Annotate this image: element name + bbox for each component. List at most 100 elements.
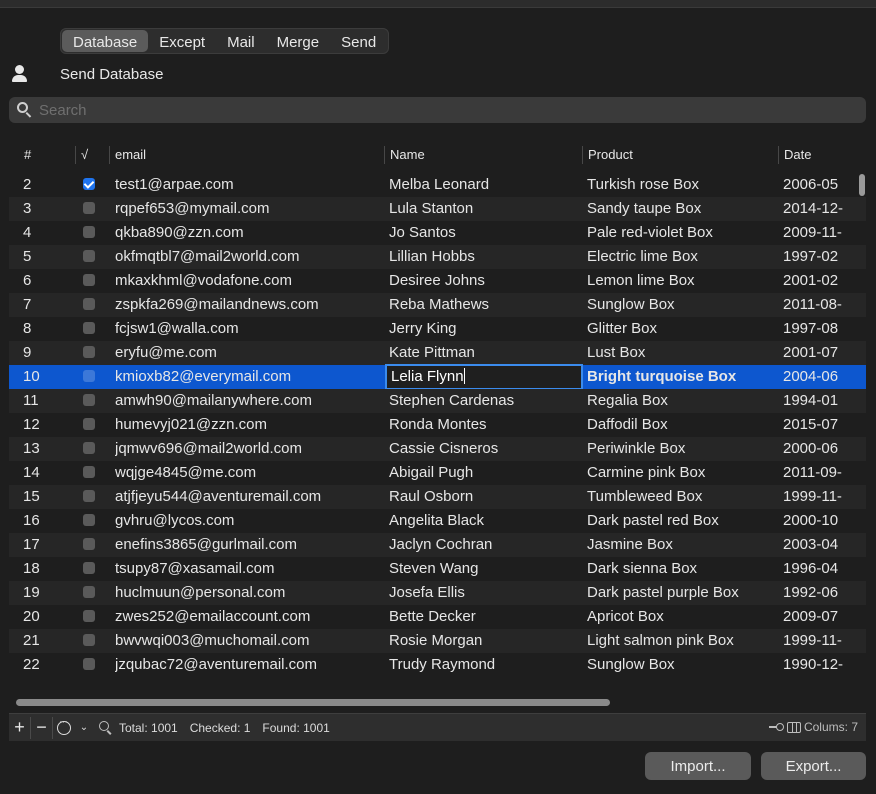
cell-date[interactable]: 2001-02 bbox=[783, 269, 855, 293]
cell-product[interactable]: Bright turquoise Box bbox=[587, 365, 779, 389]
cell-email[interactable]: enefins3865@gurlmail.com bbox=[115, 533, 383, 557]
cell-name[interactable]: Jo Santos bbox=[389, 221, 581, 245]
cell-product[interactable]: Dark pastel purple Box bbox=[587, 581, 779, 605]
checkbox[interactable] bbox=[83, 225, 95, 238]
column-header-checked[interactable]: √ bbox=[75, 146, 88, 164]
cell-name[interactable]: Reba Mathews bbox=[389, 293, 581, 317]
row-checkbox[interactable] bbox=[83, 437, 95, 461]
table-row[interactable]: 9 eryfu@me.com Kate Pittman Lust Box 2001-07 bbox=[9, 341, 866, 365]
cell-product[interactable]: Sunglow Box bbox=[587, 653, 779, 677]
row-checkbox[interactable] bbox=[83, 509, 95, 533]
cell-product[interactable]: Glitter Box bbox=[587, 317, 779, 341]
table-row[interactable]: 5 okfmqtbl7@mail2world.com Lillian Hobbs El… bbox=[9, 245, 866, 269]
cell-date[interactable]: 1994-01 bbox=[783, 389, 855, 413]
cell-email[interactable]: jzqubac72@aventuremail.com bbox=[115, 653, 383, 677]
checkbox[interactable] bbox=[83, 609, 95, 622]
cell-name[interactable]: Lillian Hobbs bbox=[389, 245, 581, 269]
cell-date[interactable]: 2000-10 bbox=[783, 509, 855, 533]
cell-email[interactable]: rqpef653@mymail.com bbox=[115, 197, 383, 221]
cell-email[interactable]: fcjsw1@walla.com bbox=[115, 317, 383, 341]
checkbox[interactable] bbox=[83, 465, 95, 478]
tab-database[interactable]: Database bbox=[62, 30, 149, 52]
cell-email[interactable]: mkaxkhml@vodafone.com bbox=[115, 269, 383, 293]
cell-email[interactable]: wqjge4845@me.com bbox=[115, 461, 383, 485]
checkbox[interactable] bbox=[83, 249, 95, 262]
checkbox[interactable] bbox=[83, 561, 95, 574]
table-row[interactable]: 7 zspkfa269@mailandnews.com Reba Mathews Su… bbox=[9, 293, 866, 317]
cell-product[interactable]: Light salmon pink Box bbox=[587, 629, 779, 653]
checkbox[interactable] bbox=[83, 417, 95, 430]
checkbox[interactable] bbox=[83, 441, 95, 454]
cell-date[interactable]: 1992-06 bbox=[783, 581, 855, 605]
table-row[interactable]: 14 wqjge4845@me.com Abigail Pugh Carmine pi… bbox=[9, 461, 866, 485]
cell-date[interactable]: 1990-12- bbox=[783, 653, 855, 677]
cell-date[interactable]: 2015-07 bbox=[783, 413, 855, 437]
row-checkbox[interactable] bbox=[83, 557, 95, 581]
row-checkbox[interactable] bbox=[83, 197, 95, 221]
cell-date[interactable]: 1996-04 bbox=[783, 557, 855, 581]
cell-name[interactable]: Cassie Cisneros bbox=[389, 437, 581, 461]
cell-email[interactable]: atjfjeyu544@aventuremail.com bbox=[115, 485, 383, 509]
search-bar[interactable] bbox=[9, 97, 866, 123]
cell-email[interactable]: jqmwv696@mail2world.com bbox=[115, 437, 383, 461]
cell-email[interactable]: test1@arpae.com bbox=[115, 173, 383, 197]
row-checkbox[interactable] bbox=[83, 461, 95, 485]
checkbox[interactable] bbox=[83, 489, 95, 502]
cell-date[interactable]: 2000-06 bbox=[783, 437, 855, 461]
row-checkbox[interactable] bbox=[83, 341, 95, 365]
chevron-down-icon[interactable]: ⌄ bbox=[75, 722, 93, 733]
cell-email[interactable]: huclmuun@personal.com bbox=[115, 581, 383, 605]
name-edit-field[interactable]: Lelia Flynn bbox=[385, 364, 583, 390]
row-checkbox[interactable] bbox=[83, 173, 95, 197]
cell-product[interactable]: Electric lime Box bbox=[587, 245, 779, 269]
cell-email[interactable]: okfmqtbl7@mail2world.com bbox=[115, 245, 383, 269]
row-checkbox[interactable] bbox=[83, 221, 95, 245]
checkbox[interactable] bbox=[83, 513, 95, 526]
row-checkbox[interactable] bbox=[83, 413, 95, 437]
row-checkbox[interactable] bbox=[83, 293, 95, 317]
cell-name[interactable]: Rosie Morgan bbox=[389, 629, 581, 653]
cell-product[interactable]: Regalia Box bbox=[587, 389, 779, 413]
search-input[interactable] bbox=[39, 101, 819, 119]
more-actions-button[interactable] bbox=[53, 716, 75, 739]
table-row[interactable]: 20 zwes252@emailaccount.com Bette Decker Ap… bbox=[9, 605, 866, 629]
cell-name[interactable]: Bette Decker bbox=[389, 605, 581, 629]
table-row[interactable]: 13 jqmwv696@mail2world.com Cassie Cisneros… bbox=[9, 437, 866, 461]
table-row[interactable]: 12 humevyj021@zzn.com Ronda Montes Daffodil… bbox=[9, 413, 866, 437]
cell-product[interactable]: Sunglow Box bbox=[587, 293, 779, 317]
checkbox[interactable] bbox=[83, 585, 95, 598]
cell-email[interactable]: bwvwqi003@muchomail.com bbox=[115, 629, 383, 653]
row-checkbox[interactable] bbox=[83, 365, 95, 389]
tab-mail[interactable]: Mail bbox=[216, 30, 266, 52]
cell-product[interactable]: Jasmine Box bbox=[587, 533, 779, 557]
column-header-name[interactable]: Name bbox=[384, 146, 425, 164]
checkbox[interactable] bbox=[83, 273, 95, 286]
cell-date[interactable]: 2014-12- bbox=[783, 197, 855, 221]
checkbox[interactable] bbox=[83, 537, 95, 550]
row-checkbox[interactable] bbox=[83, 317, 95, 341]
cell-date[interactable]: 2004-06 bbox=[783, 365, 855, 389]
cell-name[interactable]: Melba Leonard bbox=[389, 173, 581, 197]
cell-name[interactable]: Josefa Ellis bbox=[389, 581, 581, 605]
cell-email[interactable]: humevyj021@zzn.com bbox=[115, 413, 383, 437]
cell-product[interactable]: Tumbleweed Box bbox=[587, 485, 779, 509]
cell-name[interactable]: Lula Stanton bbox=[389, 197, 581, 221]
table-row[interactable]: 6 mkaxkhml@vodafone.com Desiree Johns Lemon… bbox=[9, 269, 866, 293]
cell-date[interactable]: 2009-11- bbox=[783, 221, 855, 245]
cell-name[interactable]: Angelita Black bbox=[389, 509, 581, 533]
cell-product[interactable]: Periwinkle Box bbox=[587, 437, 779, 461]
checkbox[interactable] bbox=[83, 345, 95, 358]
table-row[interactable]: 11 amwh90@mailanywhere.com Stephen Cardena… bbox=[9, 389, 866, 413]
add-row-button[interactable]: + bbox=[9, 716, 31, 739]
checkbox[interactable] bbox=[83, 657, 95, 670]
cell-product[interactable]: Dark pastel red Box bbox=[587, 509, 779, 533]
cell-email[interactable]: eryfu@me.com bbox=[115, 341, 383, 365]
cell-name[interactable]: Jerry King bbox=[389, 317, 581, 341]
cell-name[interactable]: Desiree Johns bbox=[389, 269, 581, 293]
table-row[interactable]: 2 test1@arpae.com Melba Leonard Turkish ros… bbox=[9, 173, 866, 197]
row-checkbox[interactable] bbox=[83, 533, 95, 557]
cell-product[interactable]: Lemon lime Box bbox=[587, 269, 779, 293]
vertical-scrollbar[interactable] bbox=[859, 174, 865, 196]
cell-email[interactable]: zwes252@emailaccount.com bbox=[115, 605, 383, 629]
cell-name[interactable]: Kate Pittman bbox=[389, 341, 581, 365]
